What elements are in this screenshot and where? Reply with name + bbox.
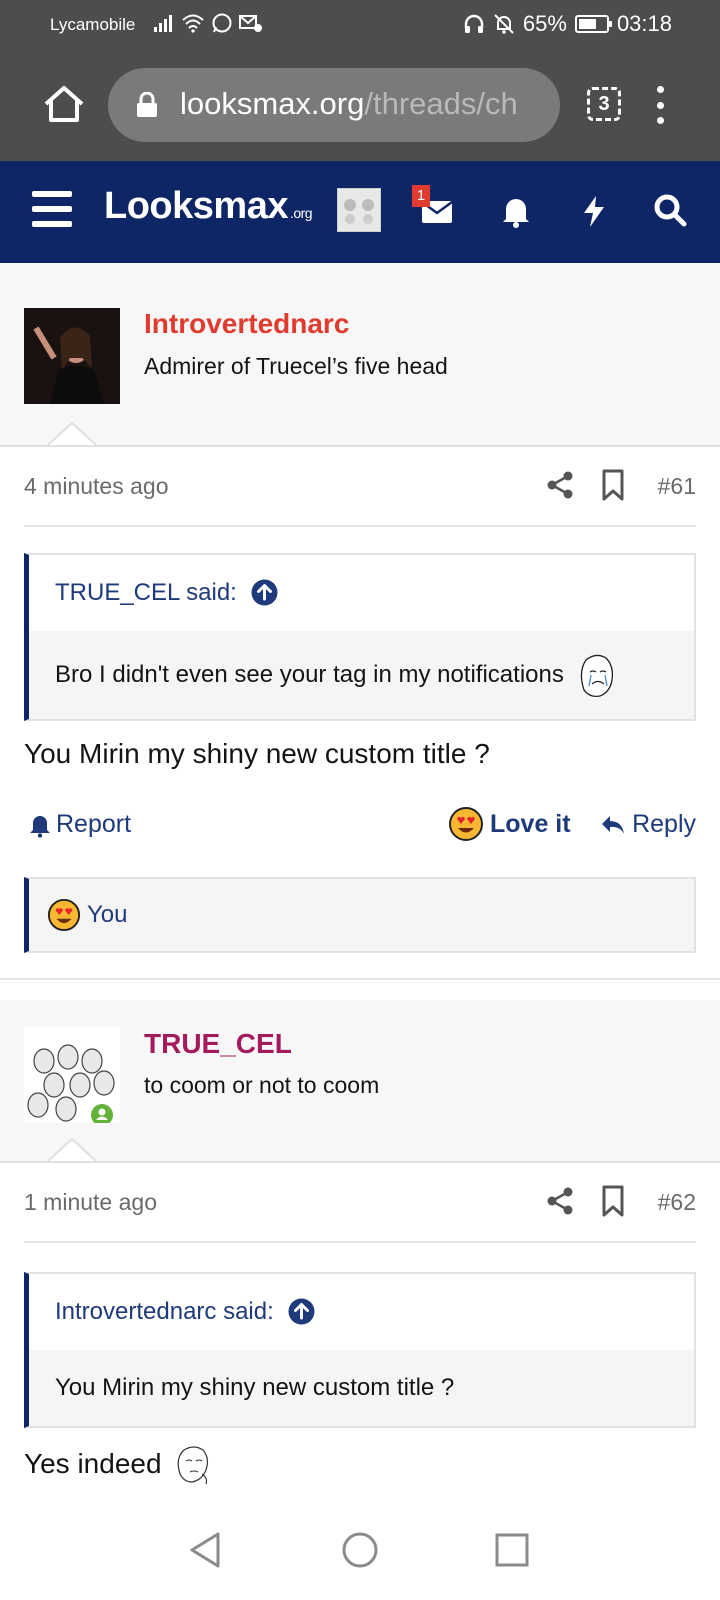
- home-circle-icon[interactable]: [338, 1528, 382, 1572]
- address-bar[interactable]: looksmax.org/threads/ch: [108, 68, 560, 142]
- lock-icon: [137, 92, 157, 117]
- post-time[interactable]: 1 minute ago: [24, 1189, 157, 1216]
- back-icon[interactable]: [184, 1528, 228, 1572]
- report-label: Report: [56, 810, 132, 838]
- message-text: You Mirin my shiny new custom title ?: [24, 738, 490, 769]
- arrow-notch: [48, 1138, 96, 1162]
- share-icon[interactable]: [544, 469, 576, 501]
- status-right: 65% 03:18: [463, 11, 672, 37]
- quote-text: You Mirin my shiny new custom title ?: [55, 1374, 455, 1401]
- share-icon[interactable]: [544, 1185, 576, 1217]
- post-number[interactable]: #62: [658, 1189, 696, 1216]
- reactions-bar[interactable]: You: [24, 877, 696, 953]
- site-header: Looksmax .org 1: [0, 161, 720, 263]
- mail-notification-icon: [239, 15, 262, 32]
- love-label: Love it: [490, 809, 571, 838]
- quote-body: You Mirin my shiny new custom title ?: [29, 1350, 694, 1426]
- quote-block: TRUE_CEL said: Bro I didn't even see you…: [24, 553, 696, 721]
- heart-eyes-emoji-icon: [47, 898, 81, 932]
- site-logo[interactable]: Looksmax .org: [104, 185, 313, 228]
- post-user-card: TRUE_CEL to coom or not to coom: [0, 1000, 720, 1163]
- love-it-button[interactable]: Love it: [448, 806, 571, 842]
- username[interactable]: TRUE_CEL: [144, 1028, 292, 1060]
- logo-suffix: .org: [289, 205, 313, 221]
- message-text: Yes indeed: [24, 1448, 162, 1479]
- avatar[interactable]: [24, 308, 120, 404]
- post-number[interactable]: #61: [658, 473, 696, 500]
- post-message: Yes indeed: [24, 1444, 212, 1484]
- post-message: You Mirin my shiny new custom title ?: [24, 738, 490, 770]
- user-title: Admirer of Truecel’s five head: [144, 353, 448, 379]
- post-meta: 4 minutes ago #61: [24, 447, 696, 527]
- quote-author[interactable]: Introvertednarc said:: [55, 1298, 274, 1326]
- bookmark-icon[interactable]: [600, 1185, 626, 1217]
- bell-report-icon: [30, 815, 50, 838]
- reply-label: Reply: [632, 810, 696, 838]
- reply-arrow-icon: [602, 815, 625, 834]
- post-user-card: Introvertednarc Admirer of Truecel’s fiv…: [0, 263, 720, 447]
- browser-menu-button[interactable]: [654, 86, 666, 124]
- signal-icon: [154, 15, 172, 32]
- username[interactable]: Introvertednarc: [144, 308, 349, 340]
- crying-wojak-icon: [580, 654, 613, 698]
- battery-fill: [578, 19, 596, 29]
- arrow-up-circle-icon[interactable]: [288, 1298, 315, 1325]
- avatar[interactable]: [24, 1027, 120, 1123]
- recents-icon[interactable]: [490, 1528, 534, 1572]
- status-bar: Lycamobile 65% 03:18: [0, 0, 720, 50]
- status-left-icons: [153, 12, 263, 34]
- url-path: /threads/ch: [364, 86, 518, 121]
- logo-main: Looksmax: [104, 185, 288, 227]
- user-title: to coom or not to coom: [144, 1072, 380, 1098]
- post-time[interactable]: 4 minutes ago: [24, 473, 168, 500]
- mute-bell-icon: [494, 14, 514, 34]
- home-icon[interactable]: [40, 80, 88, 128]
- post-actions: Report Love it Reply: [24, 802, 696, 852]
- post-meta: 1 minute ago #62: [24, 1163, 696, 1243]
- report-button[interactable]: Report: [28, 810, 131, 839]
- arrow-up-circle-icon[interactable]: [251, 579, 278, 606]
- carrier-name: Lycamobile: [50, 15, 136, 34]
- battery-percent: 65%: [522, 11, 567, 36]
- tab-switcher-button[interactable]: 3: [587, 87, 621, 121]
- inbox-badge: 1: [412, 185, 430, 207]
- wojak-face-icon: [177, 1446, 208, 1484]
- quote-text: Bro I didn't even see your tag in my not…: [55, 661, 564, 688]
- lightning-icon[interactable]: [574, 191, 614, 231]
- wifi-icon: [182, 14, 204, 33]
- quote-body: Bro I didn't even see your tag in my not…: [29, 631, 694, 719]
- quote-author[interactable]: TRUE_CEL said:: [55, 579, 237, 607]
- clock: 03:18: [616, 11, 672, 36]
- battery-icon: [574, 15, 612, 33]
- reply-button[interactable]: Reply: [600, 810, 696, 839]
- post-separator: [0, 978, 720, 1000]
- reaction-users[interactable]: You: [87, 901, 128, 929]
- whatsapp-icon: [212, 13, 232, 33]
- url-text: looksmax.org/threads/ch: [180, 86, 518, 122]
- arrow-notch: [48, 422, 96, 446]
- bookmark-icon[interactable]: [600, 469, 626, 501]
- browser-toolbar: looksmax.org/threads/ch 3: [0, 50, 720, 161]
- user-avatar[interactable]: [337, 188, 381, 232]
- quote-block: Introvertednarc said: You Mirin my shiny…: [24, 1272, 696, 1428]
- url-host: looksmax.org: [180, 86, 365, 121]
- quote-header: TRUE_CEL said:: [29, 555, 694, 631]
- search-icon[interactable]: [651, 191, 691, 231]
- heart-eyes-emoji-icon: [449, 807, 483, 841]
- quote-header: Introvertednarc said:: [29, 1274, 694, 1350]
- bell-icon[interactable]: [496, 191, 536, 231]
- system-nav-bar: [0, 1506, 720, 1600]
- hamburger-menu-icon[interactable]: [32, 191, 72, 227]
- headphones-icon: [464, 14, 484, 33]
